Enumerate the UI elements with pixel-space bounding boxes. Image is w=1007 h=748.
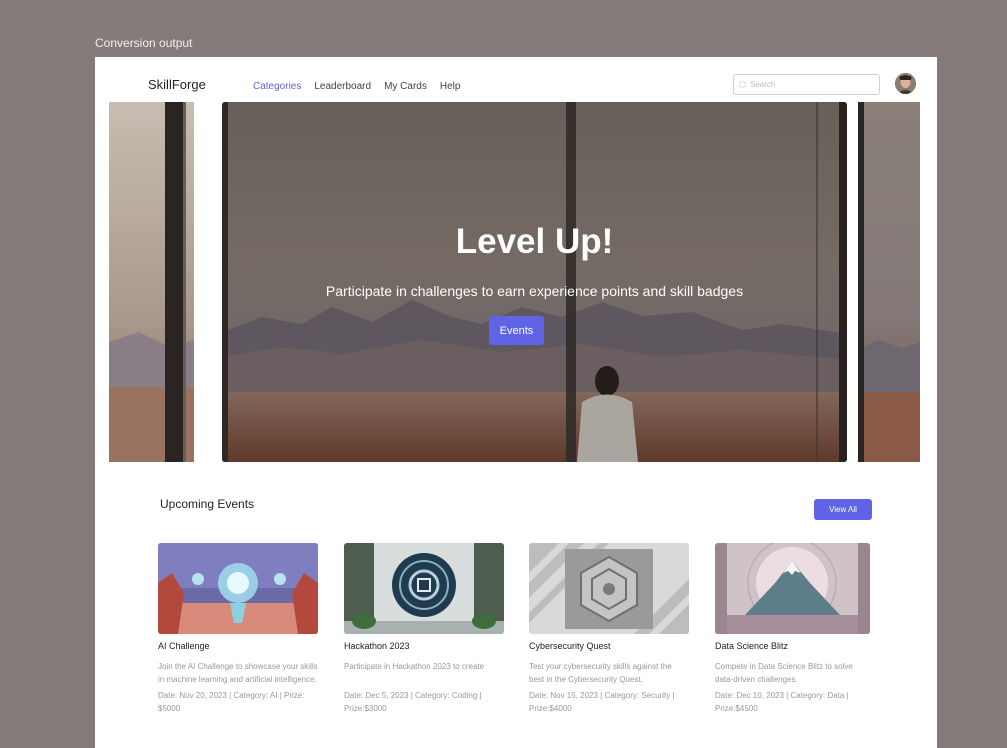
event-image: [529, 543, 689, 634]
event-meta: Date: Dec 10, 2023 | Category: Data | Pr…: [715, 691, 849, 713]
avatar[interactable]: [895, 73, 916, 94]
app-window: SkillForge Categories Leaderboard My Car…: [95, 57, 937, 748]
hero-content: Level Up! Participate in challenges to e…: [222, 102, 847, 462]
brand-logo[interactable]: SkillForge: [148, 77, 206, 92]
carousel-slide-next[interactable]: [858, 102, 920, 462]
view-all-button[interactable]: View All: [814, 499, 872, 520]
event-title[interactable]: Hackathon 2023: [344, 641, 504, 651]
event-meta: Date: Nov 20, 2023 | Category: AI | Priz…: [158, 691, 305, 713]
event-description: Test your cybersecurity skills against t…: [529, 662, 672, 684]
nav-link-leaderboard[interactable]: Leaderboard: [314, 81, 371, 92]
event-card[interactable]: Data Science Blitz Compete in Data Scien…: [715, 543, 870, 715]
hero-title: Level Up!: [455, 222, 614, 261]
nav-link-categories[interactable]: Categories: [253, 81, 301, 92]
event-title[interactable]: Data Science Blitz: [715, 641, 870, 651]
event-title[interactable]: AI Challenge: [158, 641, 318, 651]
event-title[interactable]: Cybersecurity Quest: [529, 641, 689, 651]
hero-subtitle: Participate in challenges to earn experi…: [325, 283, 744, 299]
nav-link-my-cards[interactable]: My Cards: [384, 81, 427, 92]
section-title: Upcoming Events: [160, 497, 255, 511]
event-image: [158, 543, 318, 634]
top-navbar: SkillForge Categories Leaderboard My Car…: [95, 57, 937, 102]
carousel-slide-prev[interactable]: [109, 102, 194, 462]
hero-banner: Level Up! Participate in challenges to e…: [222, 102, 847, 462]
event-card[interactable]: Cybersecurity Quest Test your cybersecur…: [529, 543, 689, 715]
event-meta: Date: Dec 5, 2023 | Category: Coding | P…: [344, 691, 482, 713]
event-image: [715, 543, 870, 634]
event-card[interactable]: Hackathon 2023 Participate in Hackathon …: [344, 543, 504, 715]
event-description: Join the AI Challenge to showcase your s…: [158, 662, 318, 684]
search-icon: [739, 81, 746, 88]
search-box: [733, 74, 880, 95]
search-input[interactable]: [748, 79, 872, 90]
nav-link-help[interactable]: Help: [440, 81, 461, 92]
event-card[interactable]: AI Challenge Join the AI Challenge to sh…: [158, 543, 318, 715]
event-description: Compete in Data Science Blitz to solve d…: [715, 662, 853, 684]
event-meta: Date: Nov 15, 2023 | Category: Security …: [529, 691, 675, 713]
nav-links: Categories Leaderboard My Cards Help: [253, 81, 460, 92]
event-image: [344, 543, 504, 634]
event-description: Participate in Hackathon 2023 to create: [344, 662, 485, 671]
caption: Conversion output: [95, 36, 193, 50]
events-button[interactable]: Events: [489, 316, 544, 345]
